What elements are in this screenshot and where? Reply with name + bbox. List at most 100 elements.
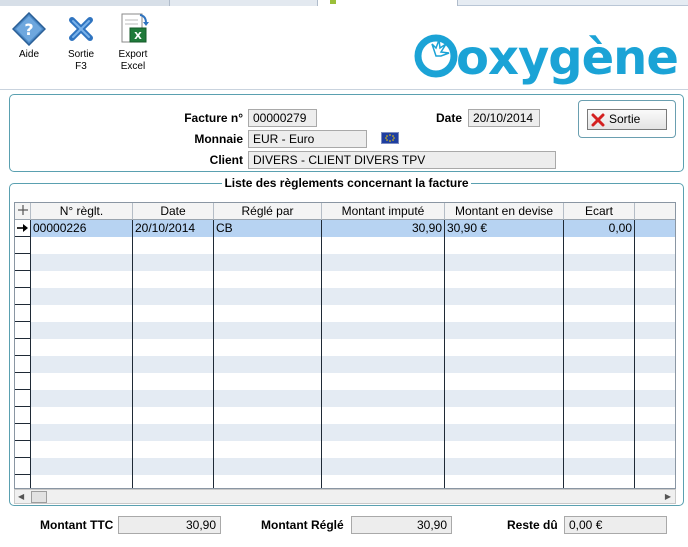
grid-cell-empty[interactable]: [322, 441, 445, 458]
grid-cell-empty[interactable]: [322, 271, 445, 288]
facture-number-field[interactable]: 00000279: [248, 109, 317, 127]
grid-cell-empty[interactable]: [635, 254, 675, 271]
grid-cell-empty[interactable]: [635, 322, 675, 339]
grid-cell-empty[interactable]: [445, 305, 564, 322]
grid-cell-empty[interactable]: [445, 441, 564, 458]
grid-cell-empty[interactable]: [445, 424, 564, 441]
grid-cell-empty[interactable]: [31, 424, 133, 441]
grid-cell-empty[interactable]: [635, 458, 675, 475]
grid-cell-empty[interactable]: [31, 305, 133, 322]
grid-cell-empty[interactable]: [214, 458, 322, 475]
grid-cell-empty[interactable]: [31, 237, 133, 254]
row-selector[interactable]: [15, 407, 31, 424]
grid-cell-empty[interactable]: [133, 424, 214, 441]
grid-cell-empty[interactable]: [31, 356, 133, 373]
grid-cell-empty[interactable]: [635, 288, 675, 305]
grid-cell-empty[interactable]: [322, 390, 445, 407]
grid-cell-empty[interactable]: [322, 237, 445, 254]
grid-cell-empty[interactable]: [635, 356, 675, 373]
row-selector[interactable]: [15, 356, 31, 373]
grid-cell-empty[interactable]: [564, 254, 635, 271]
grid-cell-empty[interactable]: [133, 288, 214, 305]
grid-cell-empty[interactable]: [564, 271, 635, 288]
grid-cell-empty[interactable]: [322, 305, 445, 322]
grid-cell-empty[interactable]: [214, 475, 322, 488]
grid-cell-empty[interactable]: [214, 271, 322, 288]
grid-cell-empty[interactable]: [564, 475, 635, 488]
grid-cell-empty[interactable]: [445, 237, 564, 254]
table-row-empty[interactable]: [15, 254, 675, 271]
cell-num[interactable]: 00000226: [31, 220, 133, 237]
grid-cell-empty[interactable]: [214, 356, 322, 373]
grid-cell-empty[interactable]: [133, 356, 214, 373]
grid-cell-empty[interactable]: [133, 305, 214, 322]
row-selector[interactable]: [15, 390, 31, 407]
reste-du-field[interactable]: 0,00 €: [564, 516, 667, 534]
col-header-regle-par[interactable]: Réglé par: [214, 203, 322, 220]
col-header-num[interactable]: N° règlt.: [31, 203, 133, 220]
grid-cell-empty[interactable]: [445, 356, 564, 373]
col-header-date[interactable]: Date: [133, 203, 214, 220]
grid-cell-empty[interactable]: [214, 254, 322, 271]
client-field[interactable]: DIVERS - CLIENT DIVERS TPV: [248, 151, 556, 169]
grid-cell-empty[interactable]: [133, 254, 214, 271]
row-selector[interactable]: [15, 441, 31, 458]
grid-cell-empty[interactable]: [31, 271, 133, 288]
grid-cell-empty[interactable]: [564, 390, 635, 407]
grid-cell-empty[interactable]: [31, 339, 133, 356]
grid-cell-empty[interactable]: [31, 458, 133, 475]
grid-cell-empty[interactable]: [133, 475, 214, 488]
table-row-empty[interactable]: [15, 271, 675, 288]
table-row-empty[interactable]: [15, 356, 675, 373]
grid-cell-empty[interactable]: [635, 441, 675, 458]
table-row-empty[interactable]: [15, 458, 675, 475]
col-header-montant-impute[interactable]: Montant imputé: [322, 203, 445, 220]
table-row-empty[interactable]: [15, 475, 675, 488]
cell-date[interactable]: 20/10/2014: [133, 220, 214, 237]
grid-cell-empty[interactable]: [635, 305, 675, 322]
grid-cell-empty[interactable]: [635, 339, 675, 356]
grid-cell-empty[interactable]: [564, 288, 635, 305]
col-header-montant-devise[interactable]: Montant en devise: [445, 203, 564, 220]
sortie-f3-button[interactable]: Sortie F3: [58, 12, 104, 73]
cell-montant-devise[interactable]: 30,90 €: [445, 220, 564, 237]
sortie-button[interactable]: Sortie: [587, 109, 667, 130]
monnaie-field[interactable]: EUR - Euro: [248, 130, 367, 148]
row-selector[interactable]: [15, 305, 31, 322]
grid-cell-empty[interactable]: [322, 322, 445, 339]
row-selector[interactable]: [15, 322, 31, 339]
grid-cell-empty[interactable]: [445, 339, 564, 356]
cell-regle-par[interactable]: CB: [214, 220, 322, 237]
grid-cell-empty[interactable]: [322, 373, 445, 390]
grid-cell-empty[interactable]: [564, 424, 635, 441]
grid-cell-empty[interactable]: [133, 237, 214, 254]
row-selector[interactable]: [15, 475, 31, 488]
grid-cell-empty[interactable]: [445, 254, 564, 271]
grid-cell-empty[interactable]: [322, 356, 445, 373]
grid-cell-empty[interactable]: [322, 288, 445, 305]
grid-cell-empty[interactable]: [635, 373, 675, 390]
grid-cell-empty[interactable]: [564, 373, 635, 390]
grid-cell-empty[interactable]: [445, 373, 564, 390]
row-selector[interactable]: [15, 237, 31, 254]
horizontal-scrollbar[interactable]: ◀ ▶: [14, 489, 676, 504]
grid-cell-empty[interactable]: [31, 322, 133, 339]
grid-cell-empty[interactable]: [214, 390, 322, 407]
grid-cell-empty[interactable]: [445, 322, 564, 339]
table-row-empty[interactable]: [15, 322, 675, 339]
grid-cell-empty[interactable]: [322, 424, 445, 441]
grid-cell-empty[interactable]: [214, 339, 322, 356]
grid-cell-empty[interactable]: [133, 339, 214, 356]
grid-cell-empty[interactable]: [31, 441, 133, 458]
table-row-empty[interactable]: [15, 390, 675, 407]
montant-regle-field[interactable]: 30,90: [351, 516, 452, 534]
grid-cell-empty[interactable]: [635, 424, 675, 441]
grid-cell-empty[interactable]: [445, 288, 564, 305]
col-header-ecart[interactable]: Ecart: [564, 203, 635, 220]
grid-cell-empty[interactable]: [564, 237, 635, 254]
grid-cell-empty[interactable]: [322, 458, 445, 475]
grid-cell-empty[interactable]: [133, 441, 214, 458]
table-row-empty[interactable]: [15, 237, 675, 254]
grid-cell-empty[interactable]: [635, 390, 675, 407]
grid-cell-empty[interactable]: [214, 322, 322, 339]
